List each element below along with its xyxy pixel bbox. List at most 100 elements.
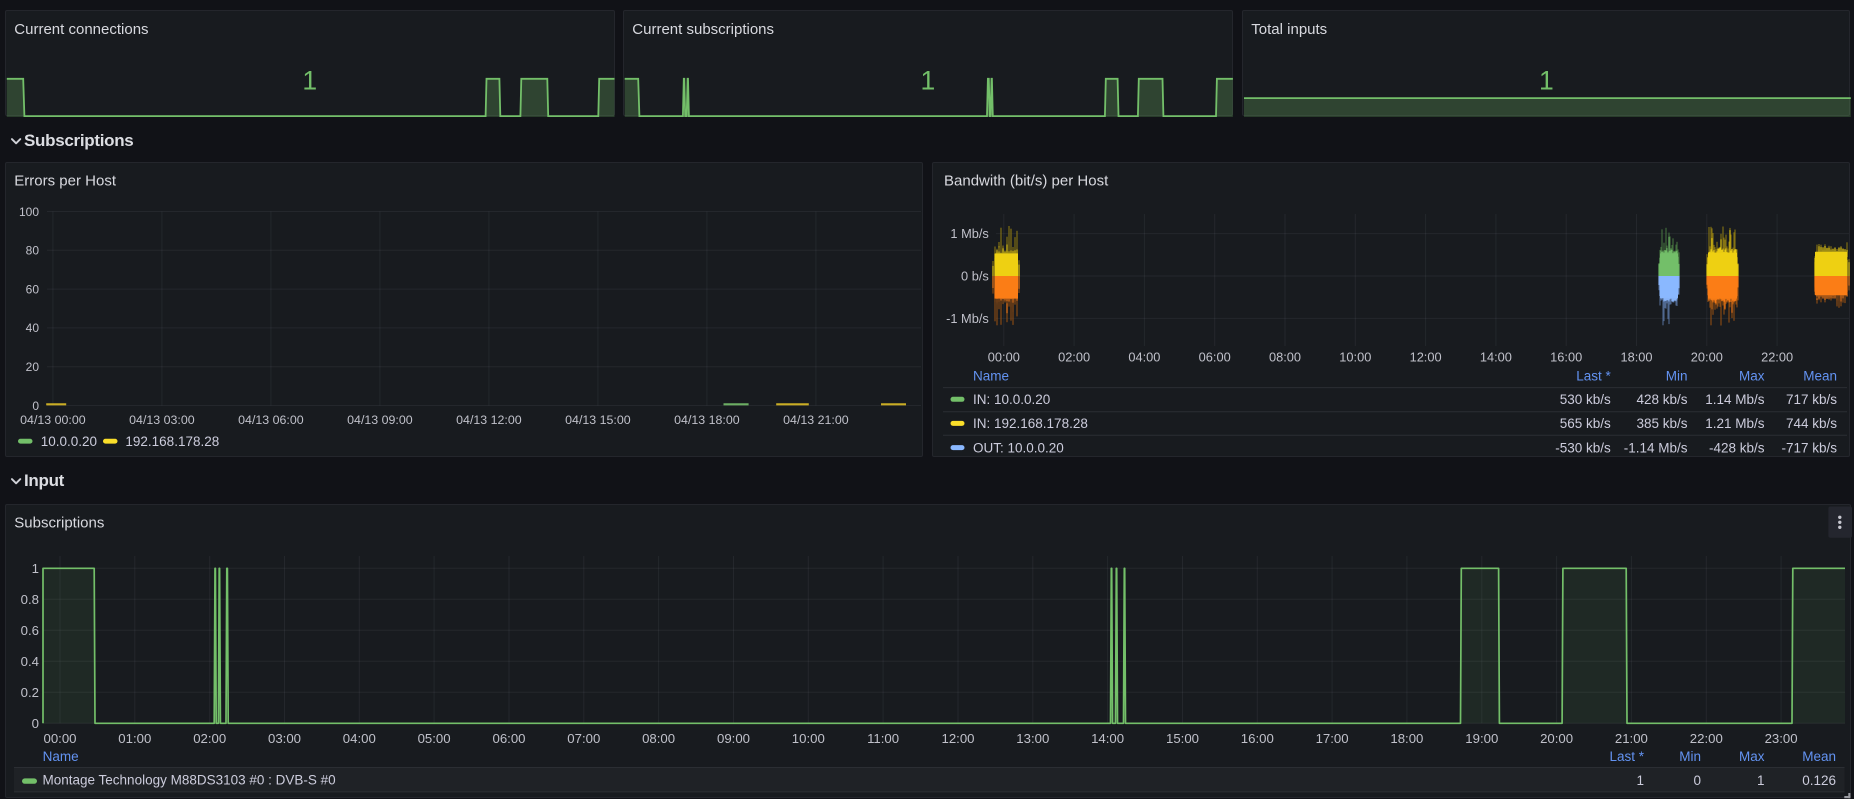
svg-text:03:00: 03:00 <box>268 731 301 746</box>
svg-text:10:00: 10:00 <box>792 731 825 746</box>
svg-text:1: 1 <box>921 65 936 95</box>
svg-text:21:00: 21:00 <box>1615 731 1648 746</box>
svg-text:15:00: 15:00 <box>1166 731 1199 746</box>
svg-text:17:00: 17:00 <box>1316 731 1349 746</box>
svg-text:04/13 00:00: 04/13 00:00 <box>20 413 86 427</box>
svg-text:1.21 Mb/s: 1.21 Mb/s <box>1705 416 1765 431</box>
svg-text:14:00: 14:00 <box>1091 731 1124 746</box>
svg-text:02:00: 02:00 <box>1058 349 1090 364</box>
svg-text:16:00: 16:00 <box>1241 731 1274 746</box>
svg-text:09:00: 09:00 <box>717 731 750 746</box>
svg-text:22:00: 22:00 <box>1690 731 1723 746</box>
svg-text:Current connections: Current connections <box>14 21 148 38</box>
svg-text:04/13 21:00: 04/13 21:00 <box>783 413 849 427</box>
svg-text:Subscriptions: Subscriptions <box>14 514 104 531</box>
svg-text:Current subscriptions: Current subscriptions <box>633 21 775 38</box>
svg-text:04/13 06:00: 04/13 06:00 <box>238 413 304 427</box>
svg-text:18:00: 18:00 <box>1620 349 1652 364</box>
svg-text:20:00: 20:00 <box>1690 349 1722 364</box>
svg-text:1: 1 <box>1757 772 1765 787</box>
svg-text:IN: 192.168.178.28: IN: 192.168.178.28 <box>973 416 1088 431</box>
svg-text:Min: Min <box>1679 749 1701 764</box>
svg-text:22:00: 22:00 <box>1761 349 1793 364</box>
svg-text:Name: Name <box>43 749 79 764</box>
svg-text:00:00: 00:00 <box>43 731 76 746</box>
svg-text:530 kb/s: 530 kb/s <box>1559 392 1610 407</box>
svg-text:20: 20 <box>26 360 40 374</box>
svg-text:04/13 18:00: 04/13 18:00 <box>674 413 740 427</box>
svg-text:0 b/s: 0 b/s <box>961 268 989 283</box>
svg-text:565 kb/s: 565 kb/s <box>1559 416 1610 431</box>
svg-text:08:00: 08:00 <box>642 731 675 746</box>
svg-text:1: 1 <box>1539 65 1554 95</box>
svg-text:428 kb/s: 428 kb/s <box>1636 392 1687 407</box>
svg-text:04:00: 04:00 <box>1128 349 1160 364</box>
svg-text:23:00: 23:00 <box>1765 731 1798 746</box>
svg-text:04/13 12:00: 04/13 12:00 <box>456 413 522 427</box>
svg-text:40: 40 <box>26 321 40 335</box>
svg-text:1: 1 <box>302 65 317 95</box>
svg-text:0.8: 0.8 <box>21 592 39 607</box>
svg-text:Min: Min <box>1665 368 1687 383</box>
svg-text:1 Mb/s: 1 Mb/s <box>950 226 988 241</box>
svg-text:717 kb/s: 717 kb/s <box>1785 392 1836 407</box>
svg-text:00:00: 00:00 <box>987 349 1019 364</box>
svg-text:IN: 10.0.0.20: IN: 10.0.0.20 <box>973 392 1050 407</box>
svg-text:OUT: 10.0.0.20: OUT: 10.0.0.20 <box>973 440 1064 455</box>
svg-text:1.14 Mb/s: 1.14 Mb/s <box>1705 392 1765 407</box>
svg-text:1: 1 <box>32 561 39 576</box>
svg-text:-1 Mb/s: -1 Mb/s <box>946 311 989 326</box>
svg-text:06:00: 06:00 <box>1198 349 1230 364</box>
svg-text:0.4: 0.4 <box>21 654 39 669</box>
svg-text:05:00: 05:00 <box>418 731 451 746</box>
svg-text:Mean: Mean <box>1803 368 1837 383</box>
svg-text:744 kb/s: 744 kb/s <box>1785 416 1836 431</box>
svg-text:Name: Name <box>973 368 1009 383</box>
svg-text:0: 0 <box>32 398 39 412</box>
svg-text:12:00: 12:00 <box>941 731 974 746</box>
svg-text:04/13 09:00: 04/13 09:00 <box>347 413 413 427</box>
svg-text:Max: Max <box>1738 368 1764 383</box>
svg-text:19:00: 19:00 <box>1465 731 1498 746</box>
svg-text:04/13 15:00: 04/13 15:00 <box>565 413 631 427</box>
svg-text:-530 kb/s: -530 kb/s <box>1555 440 1611 455</box>
svg-text:12:00: 12:00 <box>1409 349 1441 364</box>
svg-text:04/13 03:00: 04/13 03:00 <box>129 413 195 427</box>
svg-text:20:00: 20:00 <box>1540 731 1573 746</box>
svg-text:04:00: 04:00 <box>343 731 376 746</box>
svg-text:Montage Technology M88DS3103 #: Montage Technology M88DS3103 #0 : DVB-S … <box>43 772 336 787</box>
svg-text:0.126: 0.126 <box>1802 772 1836 787</box>
svg-text:Bandwith (bit/s) per Host: Bandwith (bit/s) per Host <box>944 172 1109 189</box>
svg-text:0: 0 <box>1693 772 1701 787</box>
svg-text:0: 0 <box>32 716 39 731</box>
svg-text:0.6: 0.6 <box>21 623 39 638</box>
svg-text:16:00: 16:00 <box>1550 349 1582 364</box>
svg-text:1: 1 <box>1636 772 1644 787</box>
svg-text:0.2: 0.2 <box>21 685 39 700</box>
svg-text:13:00: 13:00 <box>1016 731 1049 746</box>
svg-text:07:00: 07:00 <box>567 731 600 746</box>
svg-text:08:00: 08:00 <box>1268 349 1300 364</box>
svg-text:18:00: 18:00 <box>1390 731 1423 746</box>
svg-text:10:00: 10:00 <box>1339 349 1371 364</box>
svg-text:Errors per Host: Errors per Host <box>14 172 117 189</box>
svg-text:Max: Max <box>1739 749 1765 764</box>
svg-text:10.0.0.20: 10.0.0.20 <box>41 434 97 449</box>
svg-text:Last *: Last * <box>1576 368 1611 383</box>
svg-text:06:00: 06:00 <box>492 731 525 746</box>
svg-text:Last *: Last * <box>1609 749 1644 764</box>
svg-text:80: 80 <box>26 243 40 257</box>
svg-text:100: 100 <box>19 204 39 218</box>
svg-text:-1.14 Mb/s: -1.14 Mb/s <box>1623 440 1687 455</box>
svg-text:01:00: 01:00 <box>118 731 151 746</box>
svg-text:Total inputs: Total inputs <box>1251 21 1327 38</box>
svg-text:11:00: 11:00 <box>867 731 899 746</box>
svg-text:Mean: Mean <box>1802 749 1836 764</box>
svg-text:-717 kb/s: -717 kb/s <box>1781 440 1837 455</box>
svg-text:192.168.178.28: 192.168.178.28 <box>125 434 219 449</box>
svg-text:14:00: 14:00 <box>1479 349 1511 364</box>
svg-text:-428 kb/s: -428 kb/s <box>1708 440 1764 455</box>
svg-text:385 kb/s: 385 kb/s <box>1636 416 1687 431</box>
svg-text:02:00: 02:00 <box>193 731 226 746</box>
svg-text:60: 60 <box>26 282 40 296</box>
